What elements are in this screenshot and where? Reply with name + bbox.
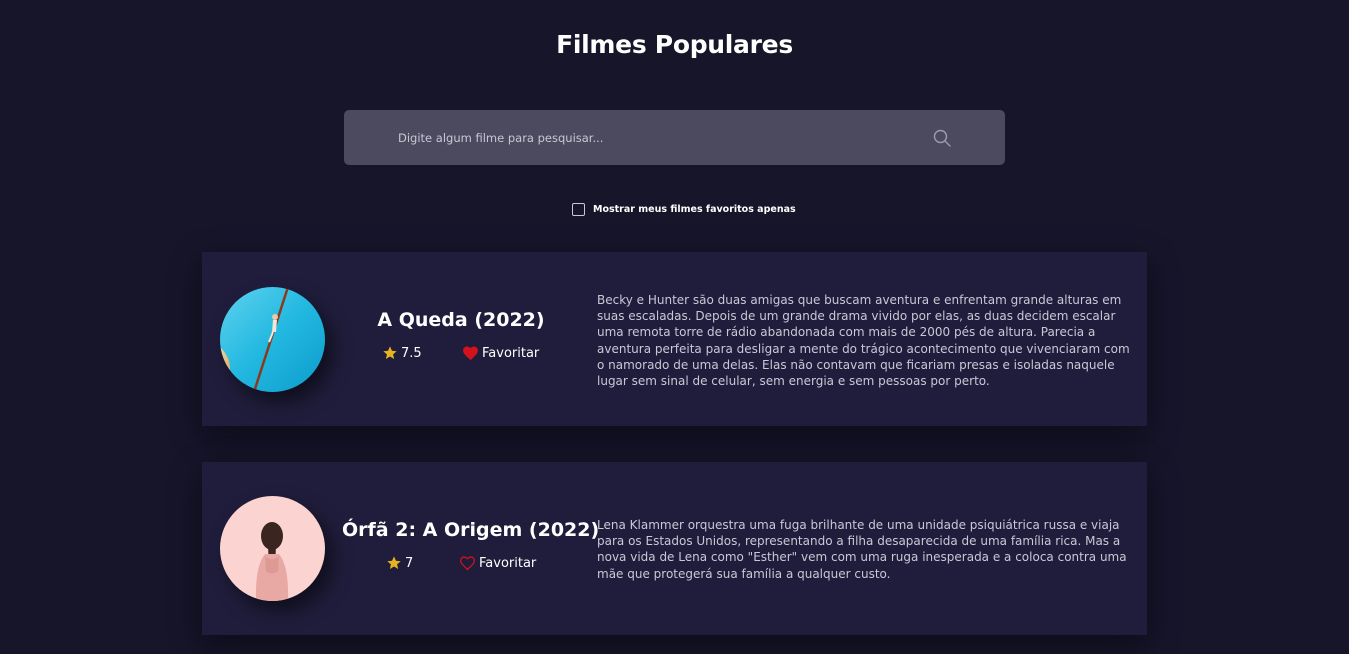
heart-outline-icon [459,556,476,571]
search-icon[interactable] [932,128,952,148]
rating-value: 7 [405,555,414,571]
star-icon [383,346,397,359]
favorite-button[interactable]: Favoritar [459,555,536,571]
movie-meta: A Queda (2022) 7.5 Favoritar [342,309,580,365]
page: Filmes Populares Mostrar meus filmes fav… [0,0,1349,654]
star-icon [387,556,401,569]
movie-card: Órfã 2: A Origem (2022) 7 Favoritar Lena… [202,462,1147,635]
favorites-filter[interactable]: Mostrar meus filmes favoritos apenas [572,201,796,217]
movie-stats: 7.5 Favoritar [342,345,580,365]
favorites-checkbox[interactable] [572,202,585,216]
rating-value: 7.5 [401,345,422,361]
movie-rating: 7.5 [382,345,422,361]
movie-rating: 7 [386,555,413,571]
movie-poster [220,496,325,601]
favorite-label: Favoritar [482,345,540,361]
movie-poster [220,287,325,392]
movie-stats: 7 Favoritar [342,555,580,575]
movie-title: Órfã 2: A Origem (2022) [342,519,600,541]
movie-title: A Queda (2022) [377,309,545,331]
favorite-button[interactable]: Favoritar [462,345,539,361]
page-title: Filmes Populares [556,30,793,59]
favorite-label: Favoritar [479,555,537,571]
search-bar [344,110,1005,165]
movie-overview: Lena Klammer orquestra uma fuga brilhant… [597,518,1127,581]
movie-card: A Queda (2022) 7.5 Favoritar Becky e Hun… [202,252,1147,426]
movie-overview: Becky e Hunter são duas amigas que busca… [597,293,1130,389]
heart-filled-icon [463,346,478,361]
favorites-filter-label: Mostrar meus filmes favoritos apenas [593,203,796,215]
search-input[interactable] [398,110,918,165]
movie-meta: Órfã 2: A Origem (2022) 7 Favoritar [342,519,600,575]
